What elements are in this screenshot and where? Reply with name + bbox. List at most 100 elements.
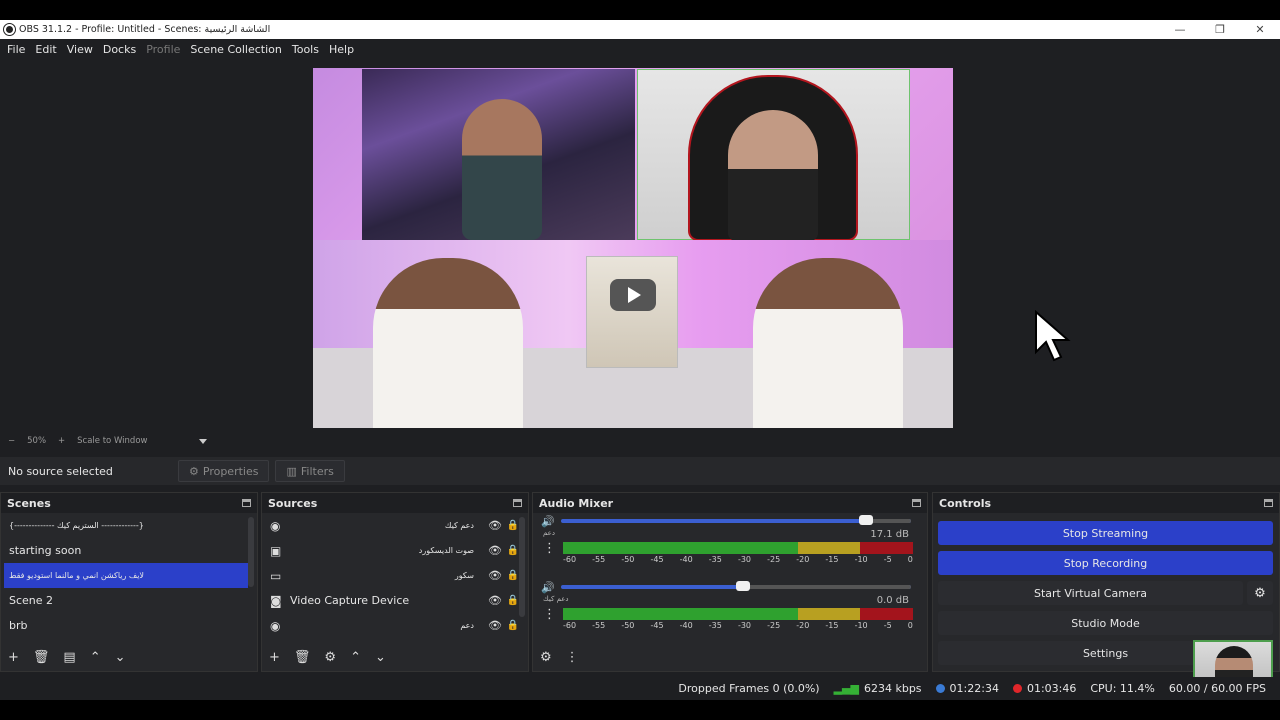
filters-button[interactable]: ▥ Filters — [275, 460, 345, 482]
zoom-in-button[interactable]: + — [58, 436, 65, 446]
program-canvas[interactable] — [313, 68, 953, 428]
zoom-out-button[interactable]: − — [8, 436, 15, 446]
source-item[interactable]: ◉ دعم 👁 🔒 — [262, 613, 528, 638]
lock-icon[interactable]: 🔒 — [506, 520, 520, 531]
recording-icon — [1012, 684, 1022, 693]
mixer-channel: 🔊 دعم كيك 0.0 dB ⋮ -60 -55 -50 -45 -40 -35 -30-… — [533, 579, 927, 645]
source-name: Video Capture Device — [290, 594, 410, 607]
source-item[interactable]: ▣ صوت الديسكورد 👁 🔒 — [262, 538, 528, 563]
advanced-audio-icon[interactable]: ⚙ — [540, 650, 552, 665]
gear-icon: ⚙ — [189, 464, 199, 478]
lock-icon[interactable]: 🔒 — [506, 570, 520, 581]
undock-icon[interactable] — [242, 499, 251, 507]
scene-item[interactable]: {-------------- الستريم كيك ------------… — [1, 513, 245, 538]
source-name: دعم كيك — [444, 521, 474, 530]
audio-mixer-dock: Audio Mixer 🔊 دعم 17.1 dB ⋮ -60 -55 -50 -45-… — [532, 492, 928, 672]
stop-recording-button[interactable]: Stop Recording — [938, 551, 1273, 575]
scenes-dock: Scenes {-------------- الستريم كيك -----… — [0, 492, 258, 672]
source-item[interactable]: ◙ Video Capture Device 👁 🔒 — [262, 588, 528, 613]
scene-item[interactable]: brb — [1, 613, 245, 638]
start-virtual-camera-button[interactable]: Start Virtual Camera — [938, 581, 1243, 605]
restore-icon[interactable]: ❐ — [1200, 23, 1240, 36]
menu-help[interactable]: Help — [324, 43, 359, 56]
speaker-icon[interactable]: 🔊 — [541, 581, 561, 594]
scene-item[interactable]: starting soon — [1, 538, 245, 563]
visibility-eye-icon[interactable]: 👁 — [484, 569, 506, 582]
scenes-dock-title: Scenes — [1, 493, 257, 513]
minimize-icon[interactable]: — — [1160, 23, 1200, 36]
studio-mode-button[interactable]: Studio Mode — [938, 611, 1273, 635]
window-title: OBS 31.1.2 - Profile: Untitled - Scenes:… — [19, 24, 271, 35]
dropped-frames: Dropped Frames 0 (0.0%) — [678, 682, 820, 695]
filters-label: Filters — [300, 464, 334, 478]
volume-slider[interactable] — [561, 515, 911, 525]
visibility-eye-icon[interactable]: 👁 — [484, 544, 506, 557]
meter-ticks: -60 -55 -50 -45 -40 -35 -30 -25 -20 -15 -10 -5 0 — [563, 620, 913, 630]
menu-tools[interactable]: Tools — [287, 43, 324, 56]
properties-label: Properties — [202, 464, 259, 478]
volume-meter: -60 -55 -50 -45 -40 -35 -30 -25 -20 -15 -10 -5 0 — [563, 607, 913, 630]
undock-icon[interactable] — [1264, 499, 1273, 507]
stop-streaming-button[interactable]: Stop Streaming — [938, 521, 1273, 545]
menu-edit[interactable]: Edit — [30, 43, 61, 56]
volume-slider-knob[interactable] — [858, 515, 873, 525]
visibility-eye-icon[interactable]: 👁 — [484, 519, 506, 532]
scenes-title: Scenes — [7, 496, 51, 510]
lock-icon[interactable]: 🔒 — [506, 595, 520, 606]
channel-name: دعم كيك — [543, 595, 569, 603]
scene-item[interactable]: Scene 2 — [1, 588, 245, 613]
remove-source-icon[interactable]: 🗑 — [294, 650, 311, 665]
mixer-toolbar: ⚙ ⋮ — [533, 645, 927, 669]
meter-ticks: -60 -55 -50 -45 -40 -35 -30 -25 -20 -15 -10 -5 0 — [563, 554, 913, 564]
source-item[interactable]: ◉ دعم كيك 👁 🔒 — [262, 513, 528, 538]
close-icon[interactable]: ✕ — [1240, 23, 1280, 36]
scene-filters-icon[interactable]: ▤ — [63, 650, 75, 665]
lock-icon[interactable]: 🔒 — [506, 620, 520, 631]
play-button-plaque — [586, 256, 678, 368]
zoom-level: 50% — [27, 436, 47, 446]
display-capture-icon: ▭ — [270, 568, 282, 583]
undock-icon[interactable] — [912, 499, 921, 507]
camera-icon: ◙ — [270, 593, 282, 608]
speaker-icon[interactable]: 🔊 — [541, 515, 561, 528]
scene-item-selected[interactable]: لايف رياكشن انمي و مالنما استوديو فقط — [4, 563, 248, 588]
preview-area[interactable] — [0, 60, 1280, 432]
remove-scene-icon[interactable]: 🗑 — [33, 650, 50, 665]
channel-menu-icon[interactable]: ⋮ — [543, 607, 563, 622]
add-scene-icon[interactable]: + — [8, 650, 19, 665]
move-up-icon[interactable]: ⌃ — [350, 650, 361, 665]
lock-icon[interactable]: 🔒 — [506, 545, 520, 556]
channel-menu-icon[interactable]: ⋮ — [543, 541, 563, 556]
visibility-eye-icon[interactable]: 👁 — [484, 619, 506, 632]
source-item[interactable]: ▭ سكور 👁 🔒 — [262, 563, 528, 588]
sources-toolbar: + 🗑 ⚙ ⌃ ⌄ — [262, 645, 528, 669]
move-up-icon[interactable]: ⌃ — [90, 650, 101, 665]
visibility-eye-icon[interactable]: 👁 — [484, 594, 506, 607]
browser-icon: ◉ — [270, 618, 281, 633]
scenes-scrollbar[interactable] — [248, 517, 254, 587]
status-bar: Dropped Frames 0 (0.0%) ▂▄▆ 6234 kbps 01:… — [0, 677, 1280, 700]
record-time: 01:03:46 — [1026, 682, 1077, 695]
menu-profile[interactable]: Profile — [141, 43, 185, 56]
move-down-icon[interactable]: ⌄ — [115, 650, 126, 665]
scale-mode[interactable]: Scale to Window — [77, 436, 147, 446]
move-down-icon[interactable]: ⌄ — [375, 650, 386, 665]
menu-scene-collection[interactable]: Scene Collection — [185, 43, 286, 56]
gear-icon[interactable]: ⚙ — [1247, 581, 1273, 605]
volume-slider-knob[interactable] — [736, 581, 750, 591]
source-properties-icon[interactable]: ⚙ — [324, 650, 336, 665]
source-name: دعم — [460, 621, 474, 630]
properties-button[interactable]: ⚙ Properties — [178, 460, 270, 482]
source-name: صوت الديسكورد — [418, 546, 474, 555]
sources-scrollbar[interactable] — [519, 517, 525, 617]
menu-file[interactable]: File — [2, 43, 30, 56]
menu-view[interactable]: View — [62, 43, 98, 56]
mixer-menu-icon[interactable]: ⋮ — [566, 650, 579, 665]
menu-bar: File Edit View Docks Profile Scene Colle… — [0, 39, 1280, 60]
volume-slider[interactable] — [561, 581, 911, 591]
undock-icon[interactable] — [513, 499, 522, 507]
no-source-label: No source selected — [8, 464, 113, 478]
menu-docks[interactable]: Docks — [98, 43, 141, 56]
chevron-down-icon[interactable] — [199, 438, 208, 444]
add-source-icon[interactable]: + — [269, 650, 280, 665]
